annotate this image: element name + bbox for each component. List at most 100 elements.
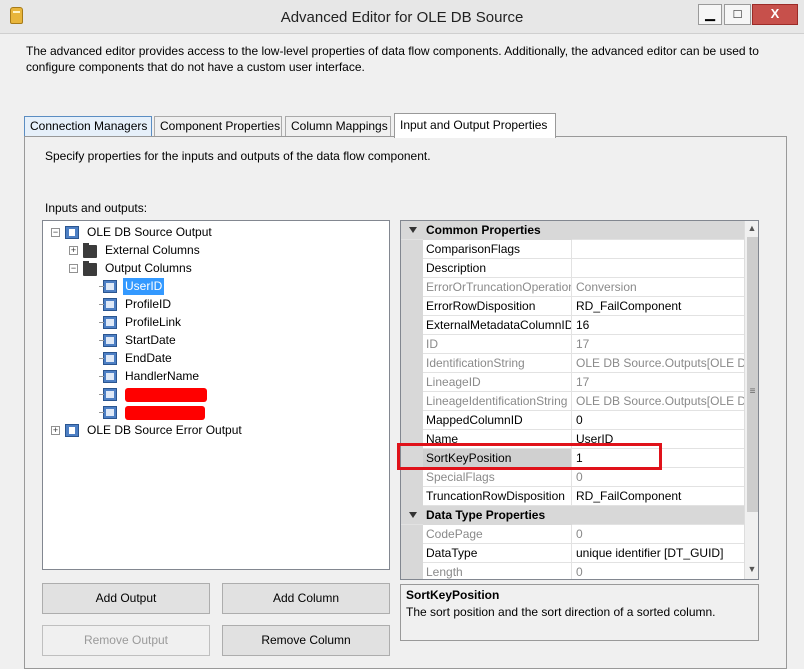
tab-connection-managers[interactable]: Connection Managers <box>24 116 152 137</box>
scroll-down-icon[interactable]: ▼ <box>747 564 757 576</box>
property-name: Length <box>423 563 572 579</box>
grip-icon: ≡ <box>749 386 756 397</box>
tree-label: ProfileLink <box>125 315 182 329</box>
output-icon <box>65 226 79 239</box>
property-value: 17 <box>576 337 590 351</box>
property-row[interactable]: ExternalMetadataColumnID 16 <box>401 316 744 335</box>
collapse-arrow-icon[interactable] <box>409 512 417 518</box>
collapse-arrow-icon[interactable] <box>409 227 417 233</box>
property-grid[interactable]: Common Properties ComparisonFlags Descri… <box>400 220 759 580</box>
tab-column-mappings[interactable]: Column Mappings <box>285 116 391 137</box>
property-name: DataType <box>423 544 572 563</box>
tab-component-properties[interactable]: Component Properties <box>154 116 282 137</box>
scroll-thumb[interactable]: ≡ <box>747 237 758 512</box>
property-name: ErrorOrTruncationOperation <box>423 278 572 297</box>
property-value[interactable]: 16 <box>573 316 744 335</box>
property-value: 0 <box>576 527 583 541</box>
property-row[interactable]: TruncationRowDisposition RD_FailComponent <box>401 487 744 506</box>
folder-icon <box>83 243 97 258</box>
category-common-properties[interactable]: Common Properties <box>401 221 744 240</box>
property-row[interactable]: ErrorOrTruncationOperation Conversion <box>401 278 744 297</box>
property-row[interactable]: MappedColumnID 0 <box>401 411 744 430</box>
folder-icon <box>83 261 97 276</box>
property-row[interactable]: Description <box>401 259 744 278</box>
add-column-button[interactable]: Add Column <box>222 583 390 614</box>
property-value: 17 <box>576 375 590 389</box>
property-value[interactable] <box>573 240 744 259</box>
property-row[interactable]: ComparisonFlags <box>401 240 744 259</box>
column-icon <box>99 316 117 329</box>
property-name: ComparisonFlags <box>423 240 572 259</box>
tree-label: OLE DB Source Error Output <box>87 423 242 437</box>
property-value: 0 <box>576 470 583 484</box>
property-grid-scrollbar[interactable]: ▲ ≡ ▼ <box>744 221 758 579</box>
property-value[interactable] <box>573 259 744 278</box>
window-title: Advanced Editor for OLE DB Source <box>280 9 524 26</box>
property-row[interactable]: Length 0 <box>401 563 744 579</box>
inputs-outputs-tree[interactable]: − OLE DB Source Output + External Column… <box>42 220 390 570</box>
property-name: ExternalMetadataColumnID <box>423 316 572 335</box>
remove-output-button: Remove Output <box>42 625 210 656</box>
property-row[interactable]: LineageIdentificationString OLE DB Source… <box>401 392 744 411</box>
tab-input-output-properties[interactable]: Input and Output Properties <box>394 113 556 138</box>
expand-icon[interactable]: + <box>69 246 78 255</box>
tree-label-selected: UserID <box>123 278 165 295</box>
collapse-icon[interactable]: − <box>51 228 60 237</box>
maximize-button[interactable]: □ <box>724 4 751 25</box>
property-row[interactable]: ID 17 <box>401 335 744 354</box>
property-name: IdentificationString <box>423 354 572 373</box>
close-button[interactable]: X <box>752 4 798 25</box>
property-name: Description <box>423 259 572 278</box>
property-name: TruncationRowDisposition <box>423 487 572 506</box>
redaction-mark <box>125 406 205 420</box>
column-icon <box>99 352 117 365</box>
redaction-mark <box>125 388 207 402</box>
property-value: 0 <box>576 565 583 579</box>
editor-description: The advanced editor provides access to t… <box>26 44 759 74</box>
property-help-panel: SortKeyPosition The sort position and th… <box>400 584 759 641</box>
tree-label: External Columns <box>105 243 200 257</box>
output-icon <box>65 424 79 437</box>
property-row[interactable]: SpecialFlags 0 <box>401 468 744 487</box>
property-value[interactable]: 0 <box>573 411 744 430</box>
property-value: Conversion <box>576 280 637 294</box>
property-value: OLE DB Source.Outputs[OLE DB <box>576 394 744 408</box>
column-icon <box>99 406 117 419</box>
minimize-button[interactable]: ▁ <box>698 4 722 25</box>
column-icon <box>99 388 117 401</box>
property-value[interactable]: RD_FailComponent <box>573 297 744 316</box>
property-name: MappedColumnID <box>423 411 572 430</box>
property-row[interactable]: CodePage 0 <box>401 525 744 544</box>
tree-node-column-redacted[interactable] <box>99 386 223 403</box>
property-name: ErrorRowDisposition <box>423 297 572 316</box>
category-data-type-properties[interactable]: Data Type Properties <box>401 506 744 525</box>
property-row[interactable]: LineageID 17 <box>401 373 744 392</box>
category-label: Common Properties <box>423 221 572 240</box>
property-value[interactable]: unique identifier [DT_GUID] <box>573 544 744 563</box>
property-name: ID <box>423 335 572 354</box>
expand-icon[interactable]: + <box>51 426 60 435</box>
collapse-icon[interactable]: − <box>69 264 78 273</box>
help-title: SortKeyPosition <box>406 588 500 602</box>
category-label: Data Type Properties <box>423 506 572 525</box>
tree-label: HandlerName <box>125 369 200 383</box>
title-bar: Advanced Editor for OLE DB Source ▁ □ X <box>0 0 804 34</box>
tree-label: StartDate <box>125 333 176 347</box>
property-name: LineageID <box>423 373 572 392</box>
remove-column-button[interactable]: Remove Column <box>222 625 390 656</box>
tree-label: EndDate <box>125 351 172 365</box>
scroll-up-icon[interactable]: ▲ <box>747 223 757 235</box>
tree-label: Output Columns <box>105 261 192 275</box>
property-row[interactable]: IdentificationString OLE DB Source.Output… <box>401 354 744 373</box>
tree-label: OLE DB Source Output <box>87 225 212 239</box>
property-value[interactable]: RD_FailComponent <box>573 487 744 506</box>
property-name: LineageIdentificationString <box>423 392 572 411</box>
tree-node-column-redacted[interactable] <box>99 404 223 421</box>
annotation-highlight-box <box>397 443 662 470</box>
add-output-button[interactable]: Add Output <box>42 583 210 614</box>
column-icon <box>99 298 117 311</box>
property-row[interactable]: ErrorRowDisposition RD_FailComponent <box>401 297 744 316</box>
property-name: CodePage <box>423 525 572 544</box>
property-name: SpecialFlags <box>423 468 572 487</box>
property-row[interactable]: DataType unique identifier [DT_GUID] <box>401 544 744 563</box>
